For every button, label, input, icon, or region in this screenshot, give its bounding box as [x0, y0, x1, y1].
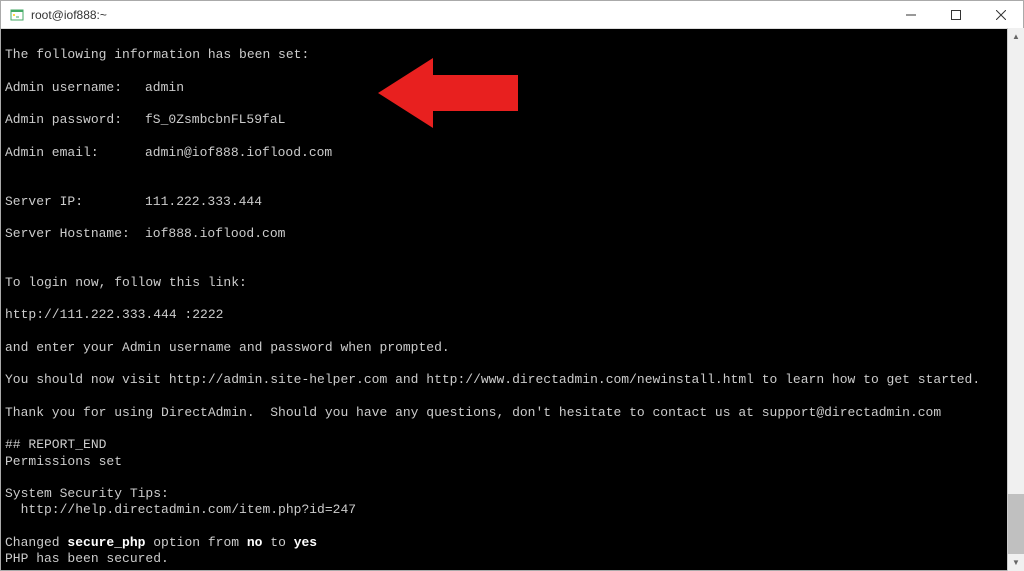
output-line: and enter your Admin username and passwo…: [5, 340, 450, 355]
vertical-scrollbar[interactable]: ▲ ▼: [1007, 28, 1024, 571]
output-line: Thank you for using DirectAdmin. Should …: [5, 405, 941, 420]
admin-password-value: fS_0ZsmbcbnFL59faL: [145, 112, 285, 128]
admin-username-value: admin: [145, 80, 184, 96]
window-title: root@iof888:~: [31, 8, 888, 22]
server-ip-label: Server IP:: [5, 194, 145, 210]
window-controls: [888, 1, 1023, 28]
maximize-button[interactable]: [933, 1, 978, 28]
admin-email-value: admin@iof888.ioflood.com: [145, 145, 332, 161]
server-hostname-value: iof888.ioflood.com: [145, 226, 285, 242]
output-line: System Security Tips:: [5, 486, 169, 501]
scroll-down-arrow-icon[interactable]: ▼: [1008, 554, 1024, 571]
scroll-track[interactable]: [1008, 45, 1024, 554]
output-line: ## REPORT_END: [5, 437, 106, 452]
output-line: Permissions set: [5, 454, 122, 469]
admin-password-label: Admin password:: [5, 112, 145, 128]
output-line: To login now, follow this link:: [5, 275, 247, 290]
output-line: Changed secure_php option from no to yes: [5, 535, 317, 550]
server-ip-value: 111.222.333.444: [145, 194, 262, 210]
admin-username-label: Admin username:: [5, 80, 145, 96]
output-line: You should now visit http://admin.site-h…: [5, 372, 980, 387]
server-hostname-label: Server Hostname:: [5, 226, 145, 242]
close-button[interactable]: [978, 1, 1023, 28]
admin-email-label: Admin email:: [5, 145, 145, 161]
security-tips-url: http://help.directadmin.com/item.php?id=…: [5, 502, 356, 517]
login-url: http://111.222.333.444 :2222: [5, 307, 223, 322]
titlebar: root@iof888:~: [1, 1, 1023, 29]
app-icon: [9, 7, 25, 23]
scroll-up-arrow-icon[interactable]: ▲: [1008, 28, 1024, 45]
scroll-thumb[interactable]: [1008, 494, 1024, 554]
output-line: PHP has been secured.: [5, 551, 169, 566]
terminal-output[interactable]: The following information has been set: …: [1, 29, 1023, 570]
output-line: The following information has been set:: [5, 47, 309, 62]
minimize-button[interactable]: [888, 1, 933, 28]
